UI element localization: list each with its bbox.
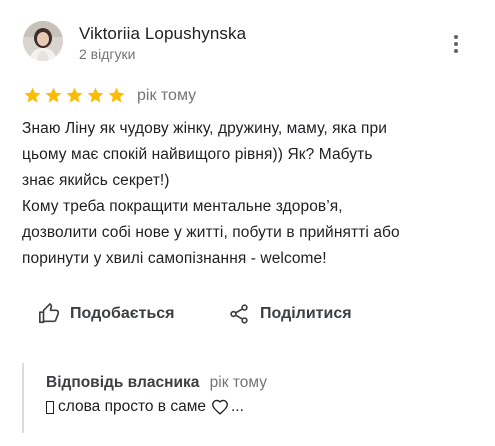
emoji-placeholder-icon <box>46 400 54 414</box>
owner-response-text-start: слова просто в саме <box>58 398 206 415</box>
author-avatar[interactable] <box>23 21 63 61</box>
like-button[interactable]: Подобається <box>38 303 175 325</box>
share-button[interactable]: Поділитися <box>228 303 352 325</box>
star-icon <box>66 87 83 103</box>
review-text: Знаю Ліну як чудову жінку, дружину, маму… <box>22 120 400 267</box>
author-name[interactable]: Viktoriia Lopushynska <box>79 24 246 44</box>
owner-response-text[interactable]: слова просто в саме ... <box>46 398 244 416</box>
heart-icon <box>211 399 229 415</box>
owner-response-header: Відповідь власника рік тому <box>46 374 267 392</box>
rating-row: рік тому <box>23 86 196 105</box>
owner-response-time: рік тому <box>209 374 267 391</box>
thumb-up-icon <box>39 303 59 324</box>
author-review-count[interactable]: 2 відгуки <box>79 46 135 62</box>
owner-response-title: Відповідь власника <box>46 374 200 391</box>
star-icon <box>24 87 41 103</box>
share-label: Поділитися <box>260 305 352 322</box>
share-icon <box>230 304 248 324</box>
review-time: рік тому <box>137 86 197 104</box>
like-label: Подобається <box>70 305 175 322</box>
star-icon <box>45 87 62 103</box>
owner-response-ellipsis: ... <box>231 398 244 415</box>
owner-response: Відповідь власника рік тому слова просто… <box>22 363 474 433</box>
more-options-icon[interactable] <box>444 30 468 58</box>
star-icon <box>87 87 104 103</box>
star-icon <box>108 87 125 103</box>
star-rating <box>23 86 128 105</box>
